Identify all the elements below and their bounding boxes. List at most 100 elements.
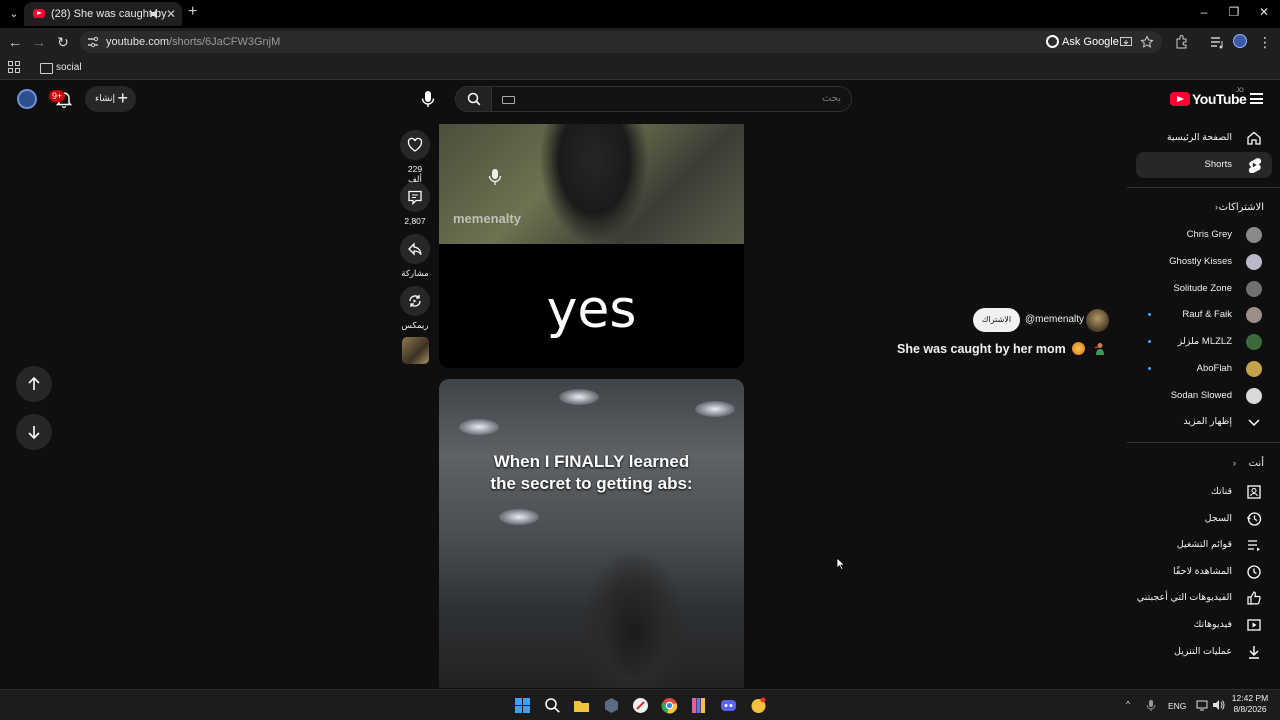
channel-name: Ghostly Kisses — [1169, 255, 1232, 267]
emoji-face-icon — [1072, 342, 1085, 355]
site-settings-icon[interactable] — [86, 35, 100, 49]
taskbar-search-icon[interactable] — [544, 697, 561, 714]
previous-short-button[interactable] — [16, 366, 52, 402]
sidebar-item-playlists[interactable]: قوائم التشغيل — [1136, 532, 1272, 558]
sidebar-item-your-videos[interactable]: فيديوهاتك — [1136, 612, 1272, 638]
search-input[interactable] — [526, 89, 826, 109]
sidebar-item-downloads[interactable]: عمليات التنزيل — [1136, 639, 1272, 665]
comments-button[interactable]: 2,807 — [400, 182, 430, 226]
subscriptions-title: الاشتراكات — [1218, 202, 1264, 213]
you-title: أنت — [1248, 458, 1264, 469]
comment-icon — [408, 190, 422, 205]
channel-name: ملزلز MLZLZ — [1177, 336, 1232, 348]
game-app-icon[interactable] — [750, 697, 767, 714]
remix-icon — [409, 295, 421, 307]
your-videos-icon — [1247, 619, 1261, 631]
close-window-icon[interactable]: ✕ — [1254, 5, 1274, 19]
reload-icon[interactable]: ↻ — [55, 34, 71, 50]
next-short-button[interactable] — [16, 414, 52, 450]
channel-name: AboFlah — [1196, 363, 1232, 374]
guide-menu-icon[interactable] — [1250, 93, 1263, 104]
sidebar-item-history[interactable]: السجل — [1136, 506, 1272, 532]
media-controls-icon[interactable] — [1209, 34, 1225, 50]
windows-start-icon[interactable] — [514, 697, 531, 714]
browser-menu-icon[interactable]: ⋮ — [1257, 34, 1273, 50]
app-hexagon-icon[interactable] — [603, 697, 620, 714]
tab-close-icon[interactable]: ✕ — [166, 7, 176, 21]
sidebar-channel-item[interactable]: Ghostly Kisses — [1136, 249, 1272, 275]
browser-profile-avatar[interactable] — [1233, 34, 1247, 48]
sidebar-item-shorts[interactable]: Shorts — [1136, 152, 1272, 178]
sidebar-item-label: المشاهدة لاحقًا — [1173, 565, 1232, 577]
subscriptions-header[interactable]: الاشتراكات › — [1136, 199, 1266, 219]
comment-count: 2,807 — [404, 216, 426, 226]
sound-thumbnail[interactable] — [402, 337, 429, 364]
volume-icon[interactable] — [1212, 699, 1225, 711]
channel-avatar — [1246, 253, 1262, 270]
search-bar[interactable]: بحث — [455, 86, 852, 112]
file-explorer-icon[interactable] — [573, 697, 590, 714]
sidebar-channel-item[interactable]: Chris Grey — [1136, 222, 1272, 248]
tab-audio-speaker-icon[interactable] — [150, 7, 162, 21]
bookmark-star-icon[interactable] — [1140, 35, 1154, 49]
you-header[interactable]: أنت › — [1136, 455, 1266, 475]
tab-search-chevron-icon[interactable]: ⌄ — [6, 6, 22, 22]
browser-tab-active[interactable]: (28) She was caught by her ✕ — [24, 2, 182, 26]
input-language[interactable]: ENG — [1168, 701, 1186, 711]
channel-avatar[interactable] — [1086, 309, 1109, 332]
chevron-left-icon: › — [1215, 202, 1218, 212]
channel-avatar — [1246, 280, 1262, 297]
channel-name: Solitude Zone — [1173, 282, 1232, 294]
sidebar-channel-item[interactable]: Solitude Zone — [1136, 276, 1272, 302]
sidebar-channel-item[interactable]: Sodan Slowed — [1136, 383, 1272, 409]
sidebar-channel-item[interactable]: AboFlah — [1136, 356, 1272, 382]
extensions-puzzle-icon[interactable] — [1174, 34, 1190, 50]
like-button[interactable]: 229 ألف — [400, 130, 430, 185]
account-avatar[interactable] — [17, 89, 37, 109]
short-video-current[interactable]: memenalty — [439, 124, 744, 244]
discord-icon[interactable] — [720, 697, 737, 714]
channel-name: Rauf & Faik — [1182, 309, 1232, 321]
minimize-window-icon[interactable]: – — [1194, 5, 1214, 19]
sidebar-channel-item[interactable]: ملزلز MLZLZ — [1136, 329, 1272, 355]
voice-search-mic-icon[interactable] — [415, 86, 441, 112]
notes-app-icon[interactable] — [690, 697, 707, 714]
short-video-next[interactable]: When I FINALLY learned the secret to get… — [439, 379, 744, 688]
back-arrow-icon[interactable]: ← — [7, 34, 23, 50]
apps-grid-icon[interactable] — [8, 61, 20, 73]
restore-window-icon[interactable]: ❐ — [1224, 5, 1244, 19]
next-short-caption: When I FINALLY learned the secret to get… — [439, 451, 744, 495]
keyboard-icon[interactable] — [502, 96, 515, 104]
ask-google-button[interactable]: Ask Google — [1044, 34, 1123, 50]
app-circle-icon[interactable] — [632, 697, 649, 714]
address-bar[interactable]: youtube.com/shorts/6JaCFW3GnjM Ask Googl… — [80, 31, 1162, 53]
emoji-person-icon — [1094, 343, 1104, 355]
bookmark-folder-social[interactable]: social — [40, 60, 82, 76]
system-clock[interactable]: 12:42 PM 8/8/2026 — [1226, 693, 1274, 715]
tray-overflow-chevron-icon[interactable]: ^ — [1126, 699, 1130, 709]
install-app-icon[interactable] — [1119, 35, 1133, 49]
channel-avatar — [1246, 361, 1262, 377]
tray-mic-icon[interactable] — [1146, 699, 1156, 712]
browser-tab-strip: ⌄ (28) She was caught by her ✕ + – ❐ ✕ — [0, 0, 1280, 28]
channel-name: Sodan Slowed — [1170, 389, 1232, 401]
new-tab-plus-icon[interactable]: + — [188, 3, 197, 21]
mouse-cursor-icon — [836, 557, 846, 571]
sidebar-show-more[interactable]: إظهار المزيد — [1136, 409, 1272, 435]
network-icon[interactable] — [1196, 699, 1208, 711]
subscribe-button[interactable]: الاشتراك — [973, 308, 1020, 332]
sidebar-item-liked-videos[interactable]: الفيديوهات التي أعجبتني — [1136, 585, 1272, 611]
create-button[interactable]: إنشاء + — [85, 86, 136, 112]
forward-arrow-icon[interactable]: → — [31, 34, 47, 50]
channel-icon — [1247, 485, 1261, 499]
search-button[interactable] — [456, 87, 492, 111]
share-button[interactable]: مشاركة — [400, 234, 430, 279]
sidebar-item-channel[interactable]: قناتك — [1136, 479, 1272, 505]
sidebar-item-watch-later[interactable]: المشاهدة لاحقًا — [1136, 559, 1272, 585]
remix-button[interactable]: ريمكس — [400, 286, 430, 331]
channel-handle[interactable]: @memenalty — [1025, 314, 1084, 325]
short-text-overlay-panel: yes — [439, 244, 744, 368]
chrome-icon[interactable] — [661, 697, 678, 714]
sidebar-channel-item[interactable]: Rauf & Faik — [1136, 302, 1272, 328]
sidebar-item-home[interactable]: الصفحة الرئيسية — [1136, 125, 1272, 151]
